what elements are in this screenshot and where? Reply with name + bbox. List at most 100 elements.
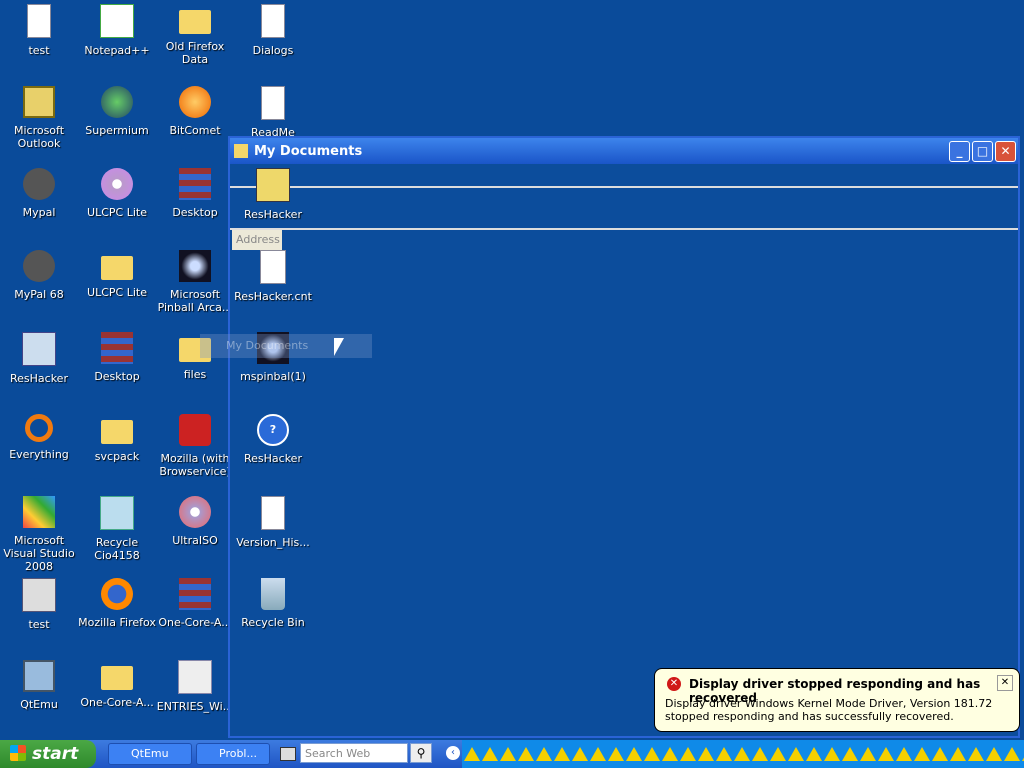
desktop-icon-everything[interactable]: Everything	[0, 414, 78, 461]
desktop-icon-mypal68[interactable]: MyPal 68	[0, 250, 78, 301]
warning-icon[interactable]	[842, 747, 858, 761]
warning-icon[interactable]	[590, 747, 606, 761]
desktop-icon-qtemu[interactable]: QtEmu	[0, 660, 78, 711]
minimize-button[interactable]: _	[949, 140, 970, 162]
window-title: My Documents	[254, 143, 363, 159]
search-icon[interactable]: ⚲	[410, 743, 432, 763]
maximize-button[interactable]: □	[972, 140, 993, 162]
desktop-icon-recycle-bin[interactable]: Recycle Bin	[234, 578, 312, 629]
desktop-icon-reshacker[interactable]: ResHacker	[0, 332, 78, 385]
desktop-icon-svcpack[interactable]: svcpack	[78, 414, 156, 463]
warning-icon[interactable]	[680, 747, 696, 761]
warning-icon[interactable]	[986, 747, 1002, 761]
mozilla-icon	[179, 414, 211, 446]
menu-bar[interactable]	[230, 164, 1018, 188]
folder-icon	[101, 666, 133, 690]
bitcomet-icon	[179, 86, 211, 118]
warning-icon[interactable]	[824, 747, 840, 761]
my-documents-window[interactable]: My Documents _ □ ✕ Address	[228, 136, 1020, 738]
warning-icon[interactable]	[716, 747, 732, 761]
warning-icon[interactable]	[554, 747, 570, 761]
desktop-icon-reshacker-cnt[interactable]: ResHacker.cnt	[234, 250, 312, 303]
outlook-icon	[23, 86, 55, 118]
taskbar-item-qtemu[interactable]: QtEmu	[108, 743, 192, 765]
help-icon: ?	[257, 414, 289, 446]
warning-icon[interactable]	[770, 747, 786, 761]
desktop-icon-dialogs[interactable]: Dialogs	[234, 4, 312, 57]
warning-icon[interactable]	[572, 747, 588, 761]
desktop-icon-test2[interactable]: test	[0, 578, 78, 631]
notification-balloon[interactable]: ✕ Display driver stopped responding and …	[654, 668, 1020, 732]
warning-icon[interactable]	[788, 747, 804, 761]
warning-icon[interactable]	[662, 747, 678, 761]
warning-icon[interactable]	[932, 747, 948, 761]
warning-icon[interactable]	[464, 747, 480, 761]
disc-icon	[101, 168, 133, 200]
desktop-icon-mozilla[interactable]: Mozilla (with Browservice)	[156, 414, 234, 478]
desktop-icon-ulcpc[interactable]: ULCPC Lite	[78, 168, 156, 219]
warning-icon[interactable]	[950, 747, 966, 761]
toolbar[interactable]	[230, 188, 1018, 230]
desktop-icon-desktop2[interactable]: Desktop	[156, 168, 234, 219]
warning-icon[interactable]	[968, 747, 984, 761]
text-file-icon	[261, 496, 285, 530]
desktop-icon-reshacker-exe[interactable]: ResHacker	[234, 168, 312, 221]
everything-icon	[25, 414, 53, 442]
warning-icon[interactable]	[644, 747, 660, 761]
close-button[interactable]: ✕	[995, 140, 1016, 162]
recycle-icon	[100, 496, 134, 530]
warning-icon[interactable]	[500, 747, 516, 761]
text-file-icon	[261, 4, 285, 38]
start-button[interactable]: start	[0, 740, 96, 768]
warning-icon[interactable]	[536, 747, 552, 761]
folder-icon	[101, 256, 133, 280]
desktop-icon-test[interactable]: test	[0, 4, 78, 57]
address-bar[interactable]: Address	[232, 230, 1018, 252]
desktop-icon-firefox[interactable]: Mozilla Firefox	[78, 578, 156, 629]
desktop-icon-desktop-archive[interactable]: Desktop	[78, 332, 156, 383]
desktop-icon-one-core-archive[interactable]: One-Core-A...	[156, 578, 234, 629]
disc-icon	[179, 496, 211, 528]
warning-icon[interactable]	[1004, 747, 1020, 761]
desktop-icon-one-core-folder[interactable]: One-Core-A...	[78, 660, 156, 709]
warning-icon[interactable]	[698, 747, 714, 761]
desktop-icon-ulcpc-folder[interactable]: ULCPC Lite	[78, 250, 156, 299]
warning-icon[interactable]	[734, 747, 750, 761]
desktop-icon-old-firefox[interactable]: Old Firefox Data	[156, 4, 234, 66]
warning-icon[interactable]	[896, 747, 912, 761]
desktop-icon-entries[interactable]: ENTRIES_Wi...	[156, 660, 234, 713]
tray-expand-icon[interactable]: ‹	[446, 746, 460, 760]
warning-icon[interactable]	[914, 747, 930, 761]
error-icon: ✕	[667, 677, 681, 691]
balloon-text: Display driver Windows Kernel Mode Drive…	[665, 697, 993, 723]
desktop-icon-version-history[interactable]: Version_His...	[234, 496, 312, 549]
warning-icon[interactable]	[860, 747, 876, 761]
desktop-icon-outlook[interactable]: Microsoft Outlook	[0, 86, 78, 150]
registry-icon	[178, 660, 212, 694]
window-titlebar[interactable]: My Documents _ □ ✕	[230, 138, 1018, 164]
desktop-icon-supermium[interactable]: Supermium	[78, 86, 156, 137]
desktop-icon-pinball[interactable]: Microsoft Pinball Arca...	[156, 250, 234, 314]
desktop-icon-recycle-cio[interactable]: Recycle Cio4158	[78, 496, 156, 562]
warning-icon[interactable]	[878, 747, 894, 761]
balloon-close-button[interactable]: ✕	[997, 675, 1013, 691]
warning-icon[interactable]	[518, 747, 534, 761]
desktop-icon-readme[interactable]: ReadMe	[234, 86, 312, 139]
folder-icon	[234, 144, 248, 158]
warning-icon[interactable]	[806, 747, 822, 761]
desktop-icon-reshacker-help[interactable]: ? ResHacker	[234, 414, 312, 465]
warning-icon[interactable]	[608, 747, 624, 761]
warning-icon[interactable]	[626, 747, 642, 761]
desktop-icon-visual-studio[interactable]: Microsoft Visual Studio 2008	[0, 496, 78, 573]
desktop-icon-notepadpp[interactable]: Notepad++	[78, 4, 156, 57]
warning-icon[interactable]	[752, 747, 768, 761]
taskbar-item-problems[interactable]: Probl...	[196, 743, 270, 765]
desktop-icon-bitcomet[interactable]: BitComet	[156, 86, 234, 137]
winrar-icon	[179, 578, 211, 610]
keyboard-icon[interactable]	[280, 747, 296, 761]
search-web-input[interactable]: Search Web	[300, 743, 408, 763]
desktop-icon-mypal[interactable]: Mypal	[0, 168, 78, 219]
warning-icon[interactable]	[482, 747, 498, 761]
folder-icon	[101, 420, 133, 444]
desktop-icon-ultraiso[interactable]: UltraISO	[156, 496, 234, 547]
